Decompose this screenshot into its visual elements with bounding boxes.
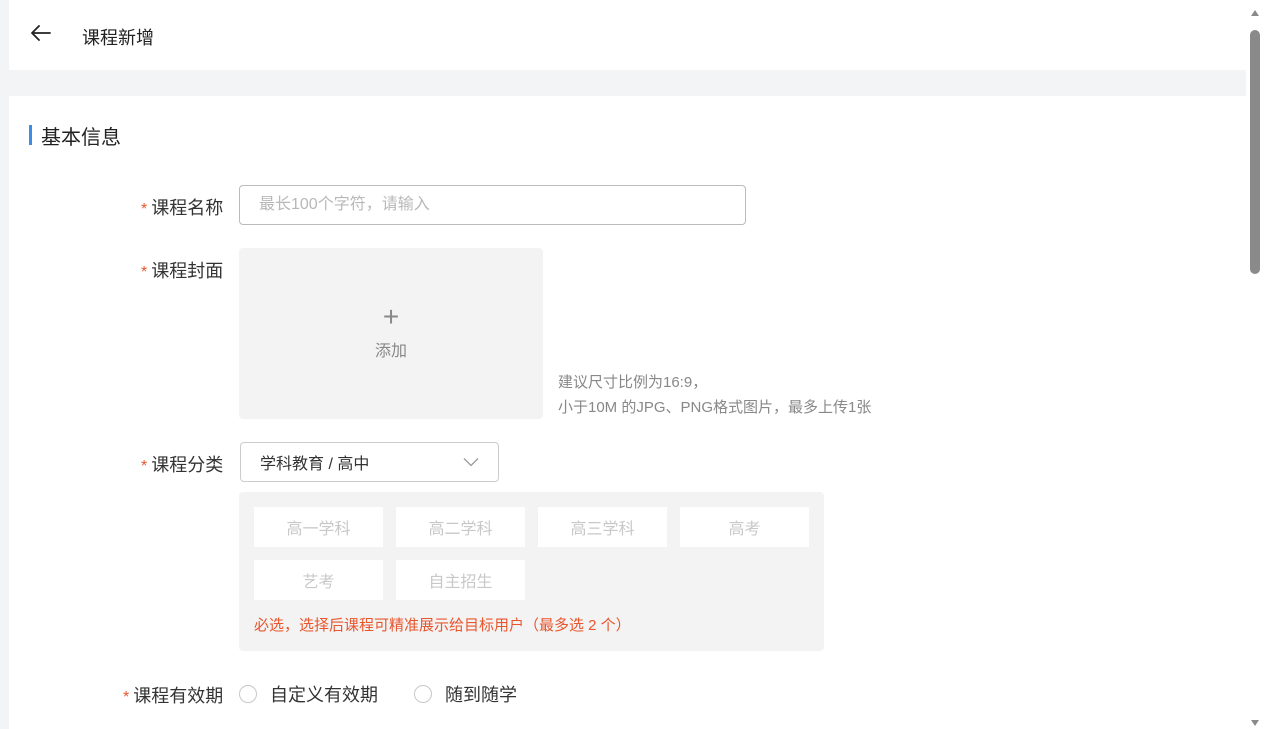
category-selected-value: 学科教育 / 高中: [260, 456, 370, 473]
tag-option[interactable]: 高三学科: [538, 507, 667, 547]
section-title: 基本信息: [41, 126, 121, 149]
page-header: 课程新增: [9, 0, 1246, 70]
tag-option[interactable]: 艺考: [254, 560, 383, 600]
required-mark: *: [141, 264, 148, 281]
arrow-left-icon: [31, 24, 51, 46]
plus-icon: +: [382, 300, 400, 332]
course-category-label: * 课程分类: [141, 451, 223, 477]
scrollbar-thumb[interactable]: [1250, 30, 1260, 274]
tag-option[interactable]: 高二学科: [396, 507, 525, 547]
cover-hint-line-2: 小于10M 的JPG、PNG格式图片，最多上传1张: [558, 399, 872, 416]
section-header: 基本信息: [29, 124, 121, 149]
course-validity-label: * 课程有效期: [123, 682, 223, 708]
cover-hint-line-1: 建议尺寸比例为16:9，: [558, 374, 708, 391]
category-tag-panel: 高一学科 高二学科 高三学科 高考 艺考 自主招生 必选，选择后课程可精准展示给…: [239, 492, 824, 651]
cover-upload-button[interactable]: + 添加: [239, 248, 543, 419]
category-hint: 必选，选择后课程可精准展示给目标用户（最多选 2 个）: [254, 617, 631, 634]
radio-label: 自定义有效期: [270, 685, 378, 705]
page: 课程新增 基本信息 *课程名称 *课程封面 + 添加 建议尺寸比例为16:9， …: [0, 0, 1280, 729]
tag-option[interactable]: 高考: [680, 507, 809, 547]
required-mark: *: [141, 201, 148, 218]
required-mark: *: [123, 689, 130, 706]
course-cover-label: * 课程封面: [141, 257, 223, 283]
section-accent-bar: [29, 125, 32, 145]
radio-custom-validity[interactable]: 自定义有效期: [239, 681, 378, 707]
category-select[interactable]: 学科教育 / 高中: [240, 442, 499, 482]
required-mark: *: [141, 458, 148, 475]
radio-learn-anytime[interactable]: 随到随学: [414, 681, 517, 707]
vertical-scrollbar[interactable]: [1246, 0, 1280, 729]
tag-option[interactable]: 高一学科: [254, 507, 383, 547]
back-button[interactable]: [29, 23, 53, 47]
scroll-down-arrow-icon[interactable]: [1250, 718, 1260, 728]
radio-button[interactable]: [414, 685, 432, 703]
course-name-label: * 课程名称: [141, 194, 223, 220]
course-validity-label-text: 课程有效期: [133, 686, 224, 706]
basic-info-card: 基本信息 *课程名称 *课程封面 + 添加 建议尺寸比例为16:9， 小于10M…: [9, 96, 1246, 729]
chevron-down-icon: [463, 454, 479, 470]
course-cover-label-text: 课程封面: [151, 261, 224, 281]
radio-button[interactable]: [239, 685, 257, 703]
scroll-up-arrow-icon[interactable]: [1250, 8, 1260, 18]
tag-option[interactable]: 自主招生: [396, 560, 525, 600]
cover-upload-hint: 建议尺寸比例为16:9， 小于10M 的JPG、PNG格式图片，最多上传1张: [558, 370, 871, 420]
upload-label: 添加: [374, 342, 407, 360]
radio-label: 随到随学: [445, 685, 517, 705]
page-title: 课程新增: [82, 28, 154, 48]
course-name-label-text: 课程名称: [151, 198, 224, 218]
course-name-input[interactable]: [239, 185, 746, 225]
course-category-label-text: 课程分类: [151, 455, 224, 475]
